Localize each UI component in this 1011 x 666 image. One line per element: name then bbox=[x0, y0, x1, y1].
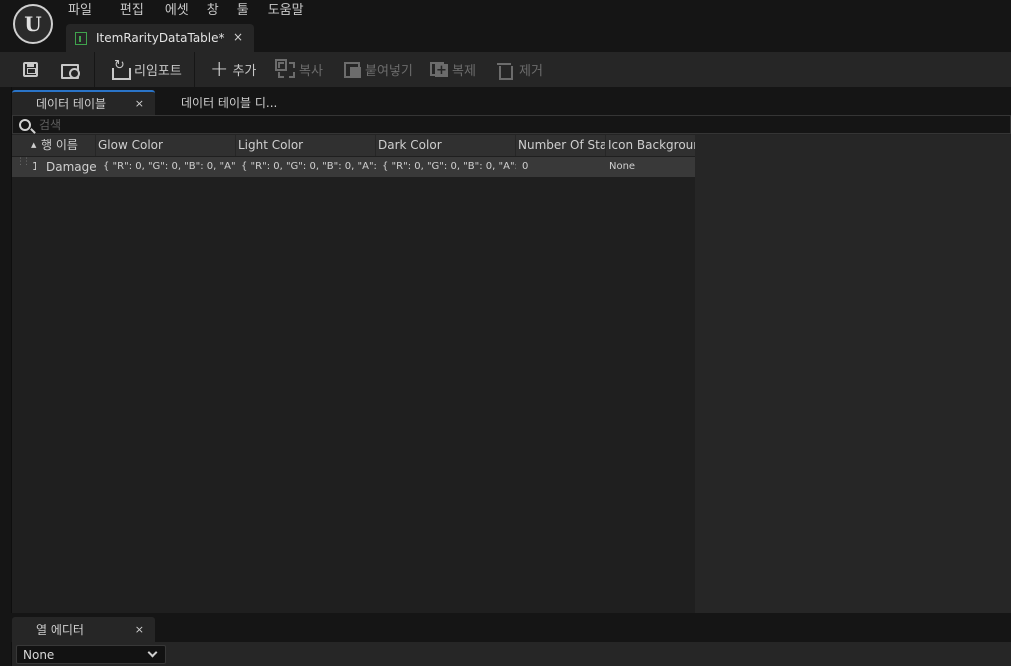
trash-icon bbox=[497, 62, 513, 80]
tab-data-table[interactable]: 데이터 테이블 × bbox=[12, 90, 155, 115]
cell-icon-background[interactable]: None bbox=[606, 157, 695, 177]
bottom-tab-strip: 열 에디터 × bbox=[0, 613, 1011, 642]
tab-data-table-details-label: 데이터 테이블 디... bbox=[181, 96, 278, 110]
column-header-row-name[interactable]: ▲ 행 이름 bbox=[12, 135, 96, 156]
paste-icon bbox=[344, 61, 361, 78]
duplicate-icon bbox=[430, 61, 448, 78]
menu-tools[interactable]: 툴 bbox=[229, 0, 257, 20]
data-table-panel: ▲ 행 이름 Glow Color Light Color Dark Color… bbox=[12, 115, 1011, 613]
reimport-button[interactable]: 리임포트 bbox=[95, 52, 194, 87]
reimport-icon bbox=[112, 58, 131, 80]
tab-data-table-label: 데이터 테이블 bbox=[36, 97, 107, 111]
column-header-light-color[interactable]: Light Color bbox=[236, 135, 376, 156]
column-header-number-of-stars[interactable]: Number Of Stars bbox=[516, 135, 606, 156]
paste-button[interactable]: 붙여넣기 bbox=[337, 52, 425, 87]
copy-label: 복사 bbox=[299, 64, 323, 79]
menu-help[interactable]: 도움말 bbox=[260, 0, 312, 20]
row-name: Damaged bbox=[46, 160, 96, 174]
table-row[interactable]: 1 Damaged { "R": 0, "G": 0, "B": 0, "A":… bbox=[12, 157, 695, 177]
column-header-dark-color[interactable]: Dark Color bbox=[376, 135, 516, 156]
unreal-logo-glyph: U bbox=[24, 12, 42, 36]
document-tab[interactable]: ItemRarityDataTable* × bbox=[66, 24, 254, 52]
cell-dark-color[interactable]: { "R": 0, "G": 0, "B": 0, "A": 0 } bbox=[376, 157, 516, 177]
panel-tab-strip: 데이터 테이블 × 데이터 테이블 디... bbox=[0, 87, 1011, 115]
tab-column-editor[interactable]: 열 에디터 × bbox=[12, 617, 155, 642]
add-row-button[interactable]: + 추가 bbox=[195, 52, 273, 87]
toolbar: 리임포트 +추가 복사 붙여넣기 복제 제거 bbox=[0, 52, 1011, 87]
chevron-down-icon bbox=[147, 647, 158, 658]
paste-label: 붙여넣기 bbox=[365, 64, 413, 79]
tab-data-table-details[interactable]: 데이터 테이블 디... bbox=[155, 90, 305, 115]
sort-ascending-icon: ▲ bbox=[31, 141, 37, 149]
search-input[interactable] bbox=[39, 117, 939, 132]
menu-edit[interactable]: 편집 bbox=[112, 0, 152, 20]
data-table-icon bbox=[75, 31, 87, 45]
column-header-row-name-label: 행 이름 bbox=[41, 138, 78, 152]
duplicate-button[interactable]: 복제 bbox=[425, 52, 492, 87]
column-select-value: None bbox=[23, 647, 55, 662]
duplicate-label: 복제 bbox=[452, 64, 476, 79]
title-bar: U 파일 편집 에셋 창 툴 도움말 ItemRarityDataTable* … bbox=[0, 0, 1011, 52]
browse-button[interactable] bbox=[48, 52, 94, 87]
close-icon[interactable]: × bbox=[135, 97, 144, 110]
document-tab-label: ItemRarityDataTable* bbox=[96, 31, 225, 45]
cell-glow-color[interactable]: { "R": 0, "G": 0, "B": 0, "A": 0 } bbox=[96, 157, 236, 177]
copy-button[interactable]: 복사 bbox=[273, 52, 337, 87]
menu-file[interactable]: 파일 bbox=[60, 0, 100, 20]
column-header-icon-background[interactable]: Icon Background bbox=[606, 135, 695, 156]
cell-number-of-stars[interactable]: 0 bbox=[516, 157, 606, 177]
save-button[interactable] bbox=[0, 52, 48, 87]
add-label: 추가 bbox=[232, 64, 257, 79]
table-header: ▲ 행 이름 Glow Color Light Color Dark Color… bbox=[12, 135, 695, 156]
browse-icon bbox=[61, 62, 80, 79]
close-icon[interactable]: × bbox=[233, 30, 243, 44]
copy-icon bbox=[275, 58, 295, 78]
close-icon[interactable]: × bbox=[135, 623, 144, 636]
search-icon bbox=[19, 118, 31, 131]
column-editor-panel: None bbox=[12, 642, 1011, 666]
plus-icon: + bbox=[210, 56, 229, 82]
search-bar bbox=[12, 115, 1011, 134]
column-select-dropdown[interactable]: None bbox=[16, 645, 166, 664]
row-editor-pane bbox=[695, 135, 1011, 613]
tab-column-editor-label: 열 에디터 bbox=[36, 623, 84, 637]
remove-button[interactable]: 제거 bbox=[492, 52, 562, 87]
cell-light-color[interactable]: { "R": 0, "G": 0, "B": 0, "A": 0 } bbox=[236, 157, 376, 177]
menu-window[interactable]: 창 bbox=[199, 0, 227, 20]
remove-label: 제거 bbox=[519, 64, 543, 79]
column-header-glow-color[interactable]: Glow Color bbox=[96, 135, 236, 156]
unreal-logo[interactable]: U bbox=[13, 4, 53, 44]
drag-handle-icon[interactable] bbox=[12, 157, 28, 177]
menu-bar: 파일 편집 에셋 창 툴 도움말 bbox=[60, 0, 312, 20]
data-table-grid: ▲ 행 이름 Glow Color Light Color Dark Color… bbox=[12, 135, 695, 613]
reimport-label: 리임포트 bbox=[134, 64, 182, 79]
menu-asset[interactable]: 에셋 bbox=[157, 0, 197, 20]
save-icon bbox=[23, 62, 38, 77]
